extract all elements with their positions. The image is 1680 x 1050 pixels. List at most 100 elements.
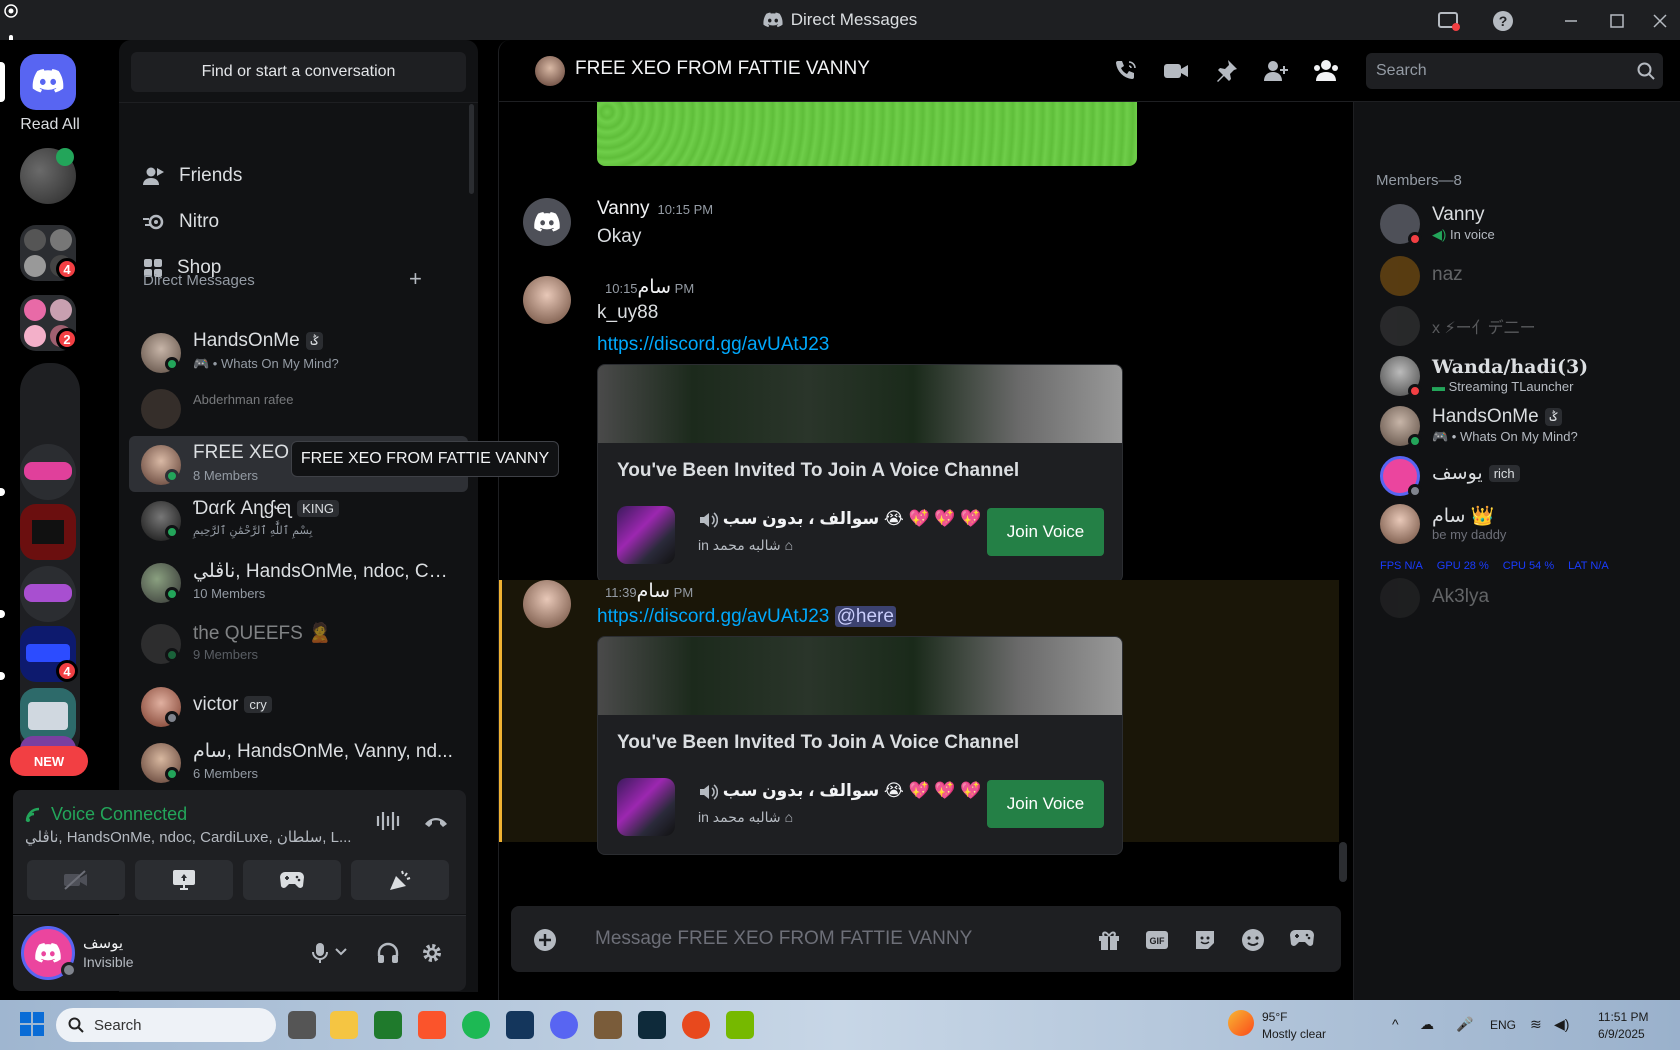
message-link[interactable]: https://discord.gg/avUAtJ23 xyxy=(597,606,829,627)
nav-friends[interactable]: Friends xyxy=(131,154,451,198)
weather-icon[interactable] xyxy=(1228,1010,1254,1036)
task-view-icon[interactable] xyxy=(288,1011,316,1039)
app-icon-3[interactable] xyxy=(682,1011,710,1039)
mic-tray-icon[interactable]: 🎤 xyxy=(1456,1016,1473,1033)
message-avatar[interactable] xyxy=(523,276,571,324)
soundboard-button[interactable] xyxy=(351,860,449,900)
dm-row[interactable]: Ɗαɾƙ Αɳɠҽʅ KING بِسْمِ ٱللَّٰهِ ٱلرَّحْمَ… xyxy=(129,492,468,548)
sticker-icon[interactable] xyxy=(1193,928,1217,952)
headphones-icon[interactable] xyxy=(377,942,399,964)
waves-icon[interactable] xyxy=(506,1011,534,1039)
voice-channel-name[interactable]: ناڤلي, HandsOnMe, ndoc, CardiLuxe, سلطان… xyxy=(25,828,365,846)
join-voice-button[interactable]: Join Voice xyxy=(987,508,1104,556)
discord-taskbar-icon[interactable] xyxy=(550,1011,578,1039)
dm-row[interactable]: the QUEEFS 🙎 9 Members xyxy=(129,615,468,671)
record-icon[interactable] xyxy=(4,4,18,18)
image-attachment[interactable] xyxy=(597,102,1137,166)
create-dm-plus-icon[interactable]: + xyxy=(409,266,422,292)
add-attachment-icon[interactable] xyxy=(533,928,557,952)
find-conversation-button[interactable]: Find or start a conversation xyxy=(131,52,466,92)
join-voice-button[interactable]: Join Voice xyxy=(987,780,1104,828)
search-input[interactable]: Search xyxy=(1366,53,1663,89)
minecraft-icon[interactable] xyxy=(594,1011,622,1039)
member-row[interactable]: Wanda/hadi(3) ▬ Streaming TLauncher xyxy=(1380,352,1670,400)
help-icon[interactable]: ? xyxy=(1492,10,1514,32)
nvidia-icon[interactable] xyxy=(726,1011,754,1039)
add-friends-icon[interactable] xyxy=(1263,58,1289,84)
voice-call-icon[interactable] xyxy=(1113,58,1139,84)
member-list-icon[interactable] xyxy=(1313,58,1339,84)
message-link[interactable]: https://discord.gg/avUAtJ23 xyxy=(597,334,829,356)
member-row[interactable]: Vanny ◀) In voice xyxy=(1380,200,1670,248)
spotify-icon[interactable] xyxy=(462,1011,490,1039)
video-call-icon[interactable] xyxy=(1163,58,1189,84)
emoji-icon[interactable] xyxy=(1241,928,1265,952)
user-name[interactable]: يوسف xyxy=(83,934,123,952)
message-avatar[interactable] xyxy=(523,580,571,628)
nav-nitro[interactable]: Nitro xyxy=(131,200,451,244)
message-author[interactable]: Vanny 10:15 PM xyxy=(597,198,713,220)
wifi-icon[interactable]: ≋ xyxy=(1530,1016,1542,1033)
message-input[interactable]: Message FREE XEO FROM FATTIE VANNY xyxy=(595,928,972,950)
screen-share-button[interactable] xyxy=(135,860,233,900)
camera-off-button[interactable] xyxy=(27,860,125,900)
dm-tooltip: FREE XEO FROM FATTIE VANNY xyxy=(291,441,559,477)
home-button[interactable] xyxy=(20,54,76,110)
member-row[interactable]: HandsOnMe ݣ 🎮 • Whats On My Mind? xyxy=(1380,402,1670,450)
message-author[interactable]: سام11:39 PM xyxy=(597,580,693,603)
maximize-icon[interactable] xyxy=(1606,10,1628,32)
dm-row[interactable]: ناڤلي, HandsOnMe, ndoc, Car... 10 Member… xyxy=(129,554,468,610)
group-title[interactable]: FREE XEO FROM FATTIE VANNY xyxy=(575,58,870,80)
dm-row[interactable]: سام, HandsOnMe, Vanny, nd... 6 Members xyxy=(129,734,468,790)
close-window-icon[interactable] xyxy=(1649,10,1671,32)
read-all-button[interactable]: Read All xyxy=(0,116,100,134)
settings-gear-icon[interactable] xyxy=(421,942,443,964)
taskbar-search-icon xyxy=(68,1017,84,1033)
microphone-icon[interactable] xyxy=(311,942,329,964)
camera-off-icon xyxy=(64,870,87,890)
message-author[interactable]: سام10:15 PM xyxy=(597,276,694,299)
file-explorer-icon[interactable] xyxy=(330,1011,358,1039)
member-row[interactable]: Ak3lya xyxy=(1380,574,1670,622)
volume-icon[interactable]: ◀) xyxy=(1554,1016,1569,1033)
brave-icon[interactable] xyxy=(418,1011,446,1039)
member-row[interactable]: سام 👑 be my daddy xyxy=(1380,500,1670,548)
gift-icon[interactable] xyxy=(1097,928,1121,952)
member-row[interactable]: يوسف rich xyxy=(1380,452,1670,500)
clock-time[interactable]: 11:51 PM xyxy=(1598,1010,1648,1024)
server-red[interactable] xyxy=(20,504,76,560)
server-barbie-2[interactable] xyxy=(20,566,76,622)
dm-row[interactable]: Abderhman rafee xyxy=(129,380,468,436)
server-da-hood-badge: 4 xyxy=(56,660,78,682)
inbox-icon[interactable] xyxy=(1438,10,1460,32)
app-icon-1[interactable] xyxy=(374,1011,402,1039)
server-unread-pill-3 xyxy=(0,672,5,680)
message-avatar[interactable] xyxy=(523,198,571,246)
member-row[interactable]: x ⚡ー亻デ二ー xyxy=(1380,302,1670,350)
dm-scrollbar[interactable] xyxy=(469,104,474,194)
pinned-messages-icon[interactable] xyxy=(1213,58,1239,84)
clock-date[interactable]: 6/9/2025 xyxy=(1598,1027,1645,1041)
dm-row[interactable]: HandsOnMe ݣ 🎮 • Whats On My Mind? xyxy=(129,324,468,380)
voice-status[interactable]: Voice Connected xyxy=(25,804,187,825)
windows-start-icon[interactable] xyxy=(20,1012,44,1036)
chat-scrollbar[interactable] xyxy=(1339,842,1347,882)
language-indicator[interactable]: ENG xyxy=(1490,1018,1516,1032)
network-alert-icon[interactable]: ☁ xyxy=(1420,1016,1434,1033)
minimize-icon[interactable] xyxy=(1560,10,1582,32)
tray-chevron-icon[interactable]: ^ xyxy=(1392,1016,1399,1032)
windows-taskbar: Search 95°F Mostly clear ^ ☁ 🎤 ENG ≋ ◀) … xyxy=(0,1000,1680,1050)
gif-icon[interactable]: GIF xyxy=(1145,928,1169,952)
taskbar-search[interactable]: Search xyxy=(56,1008,276,1042)
here-mention[interactable]: @here xyxy=(834,606,896,627)
server-barbie-1[interactable] xyxy=(20,444,76,500)
noise-suppression-icon[interactable] xyxy=(375,810,401,832)
new-unreads-button[interactable]: NEW xyxy=(10,746,88,776)
app-icon-2[interactable] xyxy=(638,1011,666,1039)
member-row[interactable]: naz xyxy=(1380,252,1670,300)
activities-button[interactable] xyxy=(243,860,341,900)
dm-row[interactable]: victor cry xyxy=(129,678,468,734)
disconnect-icon[interactable] xyxy=(423,812,449,830)
apps-gamepad-icon[interactable] xyxy=(1289,928,1315,948)
mic-options-chevron-icon[interactable] xyxy=(335,948,347,956)
